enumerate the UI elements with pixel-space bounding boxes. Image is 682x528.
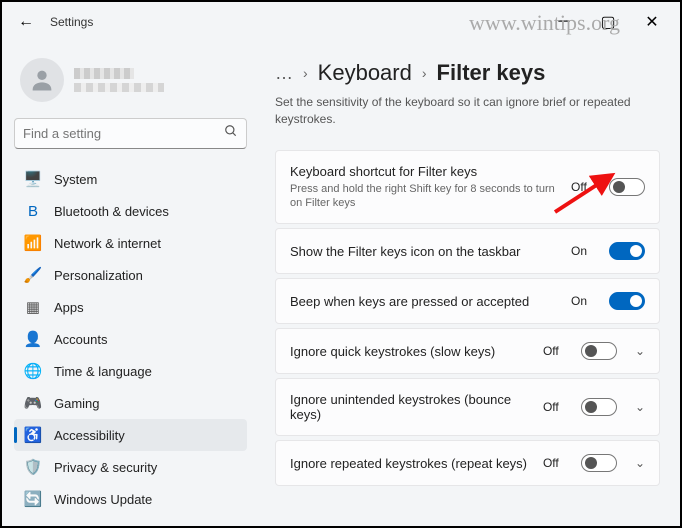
settings-list: Keyboard shortcut for Filter keys Press a… [275,150,660,487]
setting-row: Keyboard shortcut for Filter keys Press a… [275,150,660,225]
setting-label: Ignore unintended keystrokes (bounce key… [290,392,533,422]
user-email-blurred [74,83,164,92]
sidebar-item-label: Accessibility [54,428,125,443]
sidebar-item-bluetooth-devices[interactable]: B Bluetooth & devices [14,195,247,227]
sidebar-item-label: Bluetooth & devices [54,204,169,219]
toggle-state-label: Off [571,180,593,194]
setting-desc: Press and hold the right Shift key for 8… [290,182,561,211]
nav-icon: 📶 [24,234,42,252]
sidebar-item-label: Personalization [54,268,143,283]
sidebar-item-windows-update[interactable]: 🔄 Windows Update [14,483,247,515]
nav-icon: 🌐 [24,362,42,380]
setting-row[interactable]: Ignore repeated keystrokes (repeat keys)… [275,440,660,486]
user-info [74,68,164,92]
back-button[interactable]: ← [10,6,42,38]
sidebar-item-label: Accounts [54,332,107,347]
sidebar-item-label: Apps [54,300,84,315]
chevron-right-icon: › [422,65,427,81]
sidebar-item-label: Network & internet [54,236,161,251]
setting-label: Ignore repeated keystrokes (repeat keys) [290,456,533,471]
user-section[interactable] [14,52,247,118]
nav-icon: 🖌️ [24,266,42,284]
user-name-blurred [74,68,134,79]
page-subtitle: Set the sensitivity of the keyboard so i… [275,94,660,128]
sidebar-item-privacy-security[interactable]: 🛡️ Privacy & security [14,451,247,483]
setting-label: Show the Filter keys icon on the taskbar [290,244,561,259]
minimize-button[interactable]: ─ [544,8,584,36]
sidebar-item-system[interactable]: 🖥️ System [14,163,247,195]
breadcrumb-dots[interactable]: … [275,63,293,84]
avatar [20,58,64,102]
app-title: Settings [50,15,93,29]
nav-icon: 🔄 [24,490,42,508]
nav-list: 🖥️ System B Bluetooth & devices 📶 Network & i… [14,163,247,515]
chevron-down-icon[interactable]: ⌄ [635,400,645,414]
sidebar-item-label: Windows Update [54,492,152,507]
sidebar-item-time-language[interactable]: 🌐 Time & language [14,355,247,387]
setting-row[interactable]: Ignore unintended keystrokes (bounce key… [275,378,660,436]
toggle-switch[interactable] [609,242,645,260]
chevron-down-icon[interactable]: ⌄ [635,456,645,470]
nav-icon: 👤 [24,330,42,348]
chevron-right-icon: › [303,65,308,81]
nav-icon: ♿ [24,426,42,444]
main-content: … › Keyboard › Filter keys Set the sensi… [257,42,680,526]
titlebar: ← Settings ─ ▢ ✕ [2,2,680,42]
sidebar-item-gaming[interactable]: 🎮 Gaming [14,387,247,419]
toggle-switch[interactable] [581,398,617,416]
breadcrumb-parent[interactable]: Keyboard [318,60,412,86]
sidebar-item-label: Gaming [54,396,100,411]
nav-icon: 🛡️ [24,458,42,476]
sidebar: 🖥️ System B Bluetooth & devices 📶 Network & i… [2,42,257,526]
toggle-switch[interactable] [609,292,645,310]
breadcrumb-current: Filter keys [437,60,546,86]
sidebar-item-label: Time & language [54,364,152,379]
toggle-switch[interactable] [581,342,617,360]
setting-row[interactable]: Ignore quick keystrokes (slow keys) Off ⌄ [275,328,660,374]
toggle-state-label: Off [543,400,565,414]
maximize-button[interactable]: ▢ [588,8,628,36]
toggle-state-label: Off [543,456,565,470]
nav-icon: 🖥️ [24,170,42,188]
close-button[interactable]: ✕ [632,8,672,36]
setting-row: Show the Filter keys icon on the taskbar… [275,228,660,274]
nav-icon: B [24,202,42,220]
sidebar-item-accessibility[interactable]: ♿ Accessibility [14,419,247,451]
toggle-switch[interactable] [609,178,645,196]
sidebar-item-apps[interactable]: ▦ Apps [14,291,247,323]
chevron-down-icon[interactable]: ⌄ [635,344,645,358]
toggle-state-label: On [571,294,593,308]
setting-label: Beep when keys are pressed or accepted [290,294,561,309]
breadcrumb: … › Keyboard › Filter keys [275,60,660,86]
setting-row: Beep when keys are pressed or accepted On [275,278,660,324]
sidebar-item-network-internet[interactable]: 📶 Network & internet [14,227,247,259]
setting-label: Keyboard shortcut for Filter keys [290,164,561,179]
sidebar-item-label: Privacy & security [54,460,157,475]
setting-label: Ignore quick keystrokes (slow keys) [290,344,533,359]
toggle-state-label: On [571,244,593,258]
search-box[interactable] [14,118,247,149]
nav-icon: ▦ [24,298,42,316]
nav-icon: 🎮 [24,394,42,412]
sidebar-item-personalization[interactable]: 🖌️ Personalization [14,259,247,291]
search-icon [224,124,238,143]
toggle-state-label: Off [543,344,565,358]
toggle-switch[interactable] [581,454,617,472]
search-input[interactable] [23,126,224,141]
sidebar-item-label: System [54,172,97,187]
sidebar-item-accounts[interactable]: 👤 Accounts [14,323,247,355]
